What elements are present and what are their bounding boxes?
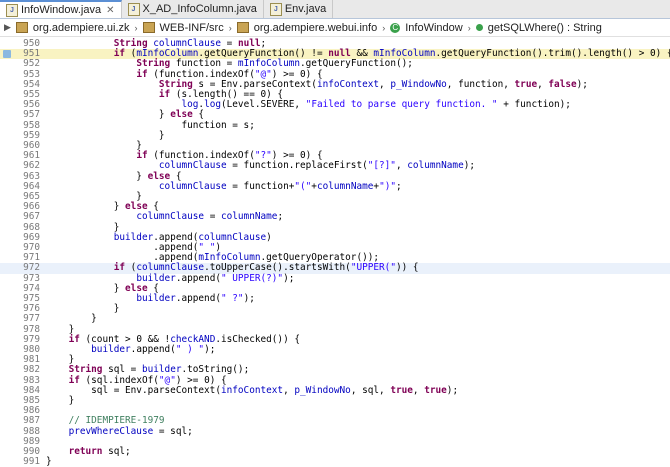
code-text[interactable]: return sql; — [46, 446, 131, 457]
code-text[interactable]: } — [46, 395, 75, 406]
chevron-right-icon: ▶ — [4, 22, 11, 32]
breadcrumb: ▶ org.adempiere.ui.zk › WEB-INF/src › or… — [0, 19, 670, 37]
code-text[interactable]: sql = Env.parseContext(infoContext, p_Wi… — [46, 385, 458, 396]
code-editor[interactable]: 950 String columnClause = null; 951 if (m… — [0, 37, 670, 467]
java-file-icon: J — [269, 2, 282, 16]
chevron-right-icon: › — [467, 22, 471, 33]
breadcrumb-method[interactable]: getSQLWhere() : String — [488, 22, 602, 34]
occurrence-marker-icon — [3, 50, 11, 59]
tab-env[interactable]: J Env.java — [264, 0, 334, 18]
breadcrumb-package[interactable]: org.adempiere.webui.info — [254, 22, 378, 34]
code-line[interactable]: 990 return sql; — [0, 446, 670, 457]
project-icon — [15, 22, 28, 33]
line-number: 991 — [23, 456, 40, 467]
java-file-icon: J — [127, 2, 140, 16]
breadcrumb-project[interactable]: org.adempiere.ui.zk — [33, 22, 130, 34]
chevron-right-icon: › — [228, 22, 232, 33]
code-line[interactable]: 991} — [0, 456, 670, 467]
tab-label: InfoWindow.java — [21, 4, 102, 16]
package-icon — [236, 22, 249, 33]
close-icon[interactable]: ✕ — [106, 5, 114, 16]
code-line[interactable]: 976 } — [0, 303, 670, 314]
java-file-icon: J — [6, 3, 18, 17]
chevron-right-icon: › — [134, 22, 138, 33]
tab-label: Env.java — [284, 3, 327, 15]
method-icon — [475, 24, 483, 31]
code-line[interactable]: 985 } — [0, 395, 670, 406]
code-text[interactable]: prevWhereClause = sql; — [46, 426, 193, 437]
code-line[interactable]: 980 builder.append(" ) "); — [0, 344, 670, 355]
code-line[interactable]: 977 } — [0, 314, 670, 324]
breadcrumb-folder[interactable]: WEB-INF/src — [160, 22, 224, 34]
code-line[interactable]: 988 prevWhereClause = sql; — [0, 426, 670, 437]
source-folder-icon — [142, 22, 155, 33]
tab-label: X_AD_InfoColumn.java — [142, 3, 257, 15]
breadcrumb-class[interactable]: InfoWindow — [405, 22, 462, 34]
editor-tab-bar: J InfoWindow.java ✕ J X_AD_InfoColumn.ja… — [0, 0, 670, 19]
tab-infowindow[interactable]: J InfoWindow.java ✕ — [0, 0, 122, 18]
class-icon: C — [390, 22, 401, 33]
tab-x-ad-infocolumn[interactable]: J X_AD_InfoColumn.java — [122, 0, 264, 18]
code-line[interactable]: 984 sql = Env.parseContext(infoContext, … — [0, 385, 670, 396]
code-text[interactable]: } — [46, 456, 52, 467]
chevron-right-icon: › — [382, 22, 386, 33]
